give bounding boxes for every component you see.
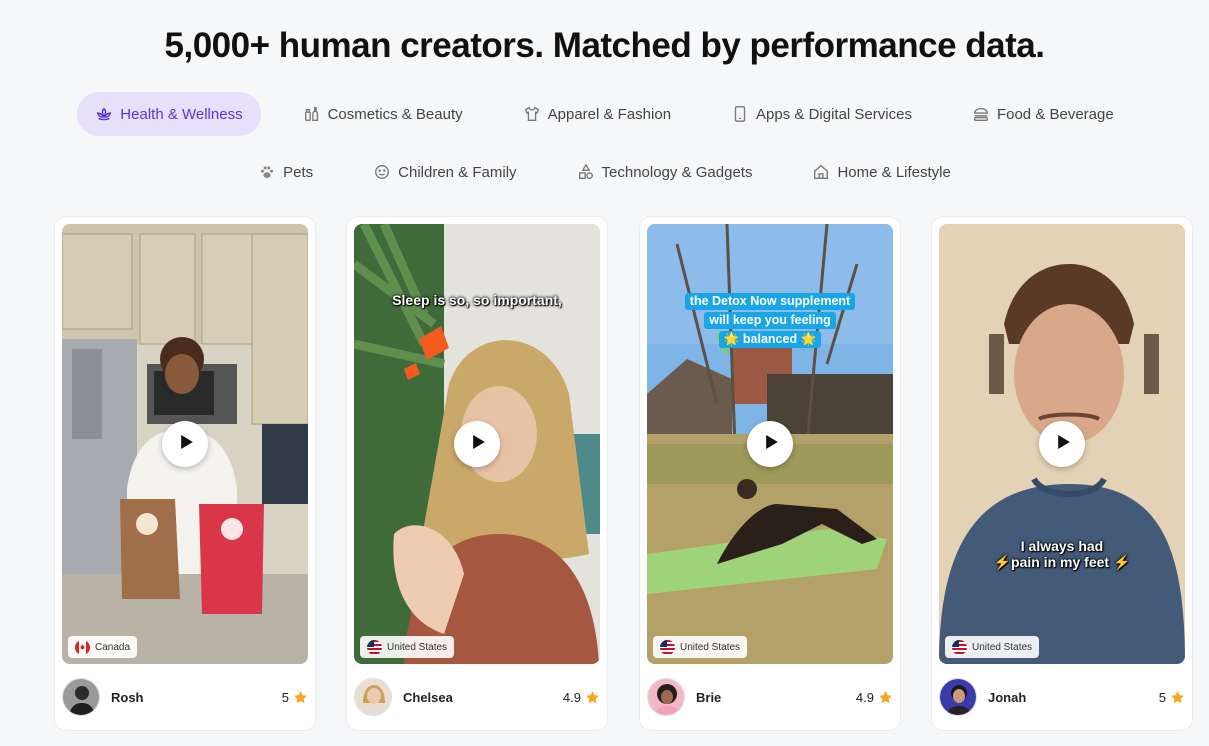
tab-food-beverage[interactable]: Food & Beverage	[954, 92, 1132, 136]
caption-line: will keep you feeling	[704, 312, 836, 329]
country-name: United States	[972, 641, 1033, 653]
creator-footer: Jonah 5	[939, 677, 1185, 717]
avatar	[62, 678, 100, 716]
page-headline: 5,000+ human creators. Matched by perfor…	[164, 26, 1045, 65]
creator-name: Jonah	[988, 689, 1027, 705]
country-name: United States	[680, 641, 741, 653]
country-badge: United States	[653, 636, 748, 658]
tab-label: Food & Beverage	[996, 105, 1114, 123]
creator-video[interactable]: I always had ⚡pain in my feet ⚡ United S…	[939, 224, 1185, 664]
tab-label: Pets	[283, 163, 314, 181]
lotus-icon	[95, 105, 113, 123]
rating-value: 5	[281, 689, 289, 705]
rating-value: 5	[1158, 689, 1166, 705]
tab-apps-digital[interactable]: Apps & Digital Services	[713, 92, 930, 136]
creator-name: Rosh	[111, 689, 144, 705]
rating-value: 4.9	[562, 689, 581, 705]
smartphone-icon	[731, 105, 749, 123]
caption-line: ⚡pain in my feet ⚡	[993, 554, 1131, 570]
tab-label: Health & Wellness	[120, 105, 243, 123]
creator-footer: Brie 4.9	[647, 677, 893, 717]
us-flag-icon	[952, 639, 967, 655]
rating: 4.9	[856, 690, 893, 705]
creator-video[interactable]: the Detox Now supplement will keep you f…	[647, 224, 893, 664]
play-icon	[1054, 434, 1071, 454]
tshirt-icon	[523, 105, 541, 123]
country-badge: Canada	[68, 636, 138, 658]
tab-label: Apps & Digital Services	[756, 105, 912, 123]
paw-icon	[258, 163, 276, 181]
tab-technology-gadgets[interactable]: Technology & Gadgets	[559, 150, 771, 194]
tab-home-lifestyle[interactable]: Home & Lifestyle	[794, 150, 968, 194]
tab-label: Children & Family	[398, 163, 517, 181]
creator-footer: Chelsea 4.9	[354, 677, 600, 717]
rating-value: 4.9	[855, 689, 874, 705]
shapes-icon	[577, 163, 595, 181]
tab-label: Technology & Gadgets	[601, 163, 753, 181]
play-icon	[762, 434, 779, 454]
rating: 5	[282, 690, 308, 705]
canada-flag-icon	[75, 639, 90, 655]
creator-card-brie[interactable]: the Detox Now supplement will keep you f…	[639, 216, 901, 731]
category-tabs-row-1: Health & Wellness Cosmetics & Beauty App…	[0, 92, 1209, 136]
video-caption: I always had ⚡pain in my feet ⚡	[939, 538, 1185, 570]
burger-icon	[972, 105, 990, 123]
play-icon	[469, 434, 486, 454]
avatar	[647, 678, 685, 716]
tab-label: Home & Lifestyle	[837, 163, 951, 181]
country-badge: United States	[360, 636, 455, 658]
country-name: Canada	[95, 641, 131, 653]
tab-apparel-fashion[interactable]: Apparel & Fashion	[505, 92, 689, 136]
play-button[interactable]	[162, 421, 208, 467]
star-icon	[586, 690, 599, 703]
star-icon	[1171, 690, 1184, 703]
creator-card-jonah[interactable]: I always had ⚡pain in my feet ⚡ United S…	[931, 216, 1193, 731]
tab-label: Cosmetics & Beauty	[327, 105, 463, 123]
caption-line: 🌟 balanced 🌟	[718, 331, 822, 348]
country-badge: United States	[945, 636, 1040, 658]
smiley-icon	[373, 163, 391, 181]
rating: 5	[1159, 690, 1185, 705]
creator-name: Brie	[696, 689, 722, 705]
tab-pets[interactable]: Pets	[240, 150, 331, 194]
creator-video[interactable]: Canada	[62, 224, 308, 664]
play-button[interactable]	[747, 421, 793, 467]
cosmetics-icon	[303, 105, 321, 123]
creator-footer: Rosh 5	[62, 677, 308, 717]
us-flag-icon	[660, 639, 675, 655]
play-icon	[177, 434, 194, 454]
avatar	[939, 678, 977, 716]
creator-name: Chelsea	[403, 689, 453, 705]
us-flag-icon	[367, 639, 382, 655]
creator-card-rosh[interactable]: Canada Rosh 5	[54, 216, 316, 731]
country-name: United States	[387, 641, 448, 653]
tab-children-family[interactable]: Children & Family	[355, 150, 534, 194]
play-button[interactable]	[454, 421, 500, 467]
star-icon	[879, 690, 892, 703]
avatar	[354, 678, 392, 716]
play-button[interactable]	[1039, 421, 1085, 467]
video-caption: the Detox Now supplement will keep you f…	[647, 292, 893, 349]
tab-cosmetics-beauty[interactable]: Cosmetics & Beauty	[285, 92, 481, 136]
star-icon	[294, 690, 307, 703]
category-tabs-row-2: Pets Children & Family Technology & Gadg…	[0, 150, 1209, 194]
caption-line: I always had	[1020, 538, 1104, 554]
video-caption: Sleep is so, so important,	[392, 292, 562, 308]
house-icon	[812, 163, 830, 181]
creator-video[interactable]: Sleep is so, so important, United States	[354, 224, 600, 664]
creator-cards: Canada Rosh 5 Sleep is so, so important,…	[54, 216, 1194, 731]
creator-card-chelsea[interactable]: Sleep is so, so important, United States…	[346, 216, 608, 731]
caption-line: the Detox Now supplement	[684, 293, 856, 310]
tab-health-wellness[interactable]: Health & Wellness	[77, 92, 261, 136]
rating: 4.9	[563, 690, 600, 705]
tab-label: Apparel & Fashion	[547, 105, 672, 123]
